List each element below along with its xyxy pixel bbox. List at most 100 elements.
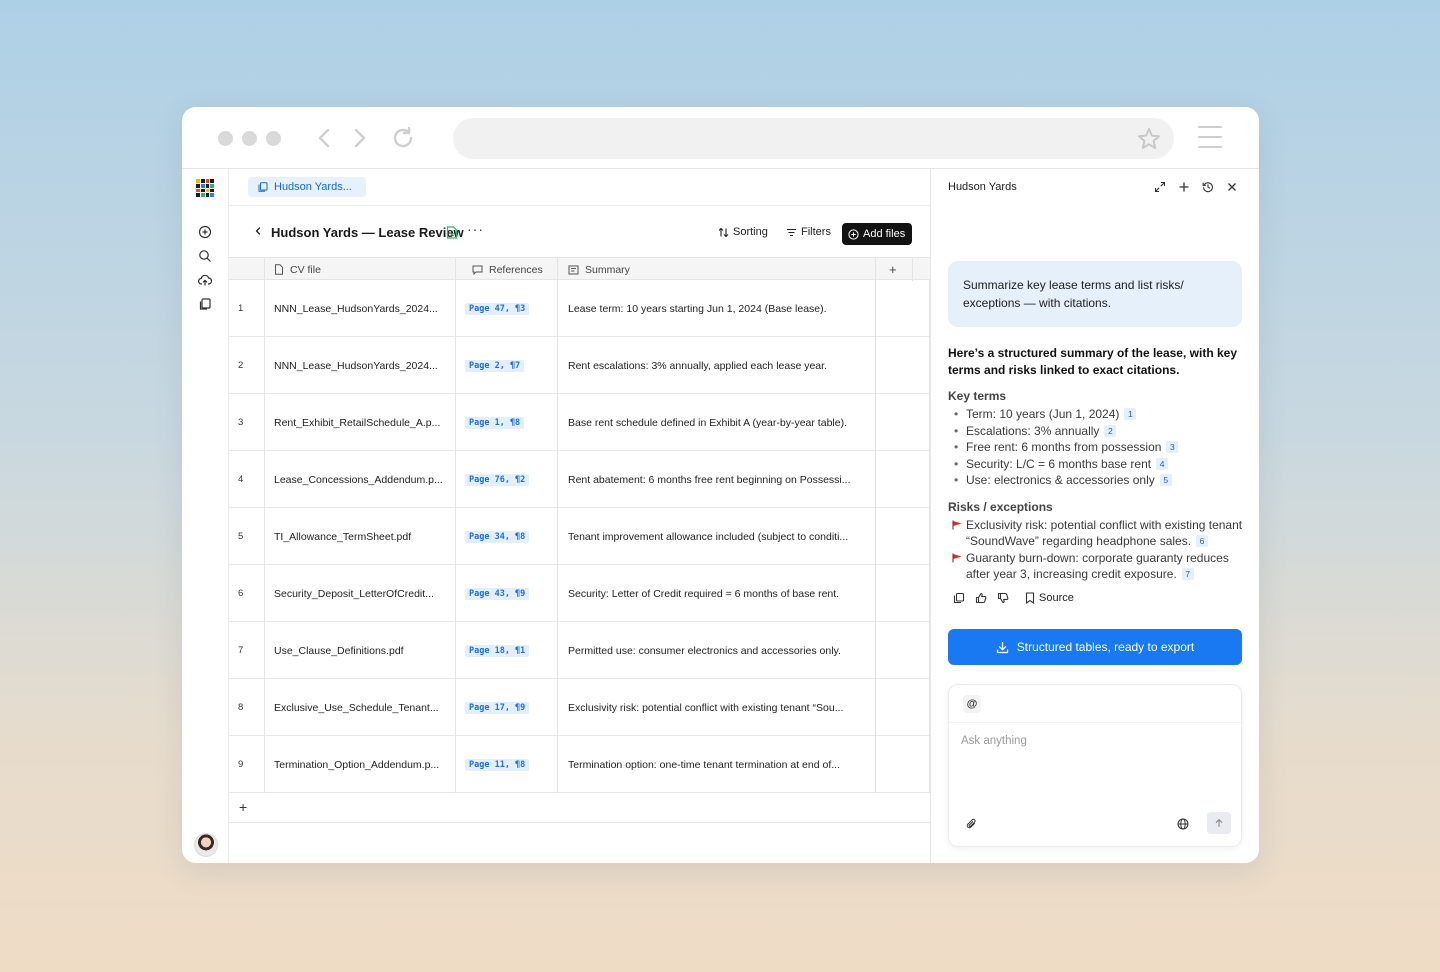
page-title: Hudson Yards — Lease Review xyxy=(271,225,464,240)
citation-badge[interactable]: 1 xyxy=(1124,408,1137,420)
add-column-button[interactable]: + xyxy=(889,258,897,281)
table-row[interactable]: 1 NNN_Lease_HudsonYards_2024... Page 47,… xyxy=(229,280,930,337)
copy-icon[interactable] xyxy=(953,592,965,604)
summary-cell[interactable]: Exclusivity risk: potential conflict wit… xyxy=(568,679,872,736)
citation-badge[interactable]: 7 xyxy=(1181,568,1194,580)
table-row[interactable]: 8 Exclusive_Use_Schedule_Tenant... Page … xyxy=(229,679,930,736)
export-tables-button[interactable]: Structured tables, ready to export xyxy=(948,629,1242,665)
chat-input[interactable]: Ask anything xyxy=(961,735,1027,747)
table-row[interactable]: 6 Security_Deposit_LetterOfCredit... Pag… xyxy=(229,565,930,622)
file-name-cell[interactable]: Rent_Exhibit_RetailSchedule_A.p... xyxy=(274,394,452,451)
citation-badge[interactable]: 2 xyxy=(1104,424,1117,437)
table-row[interactable]: 2 NNN_Lease_HudsonYards_2024... Page 2, … xyxy=(229,337,930,394)
window-maximize-dot[interactable] xyxy=(266,131,281,146)
reference-cell: Page 76, ¶2 xyxy=(465,451,530,508)
history-clock-icon[interactable] xyxy=(1202,181,1214,193)
page-reference-chip[interactable]: Page 47, ¶3 xyxy=(465,302,530,315)
table-row[interactable]: 9 Termination_Option_Addendum.p... Page … xyxy=(229,736,930,793)
table-row[interactable]: 7 Use_Clause_Definitions.pdf Page 18, ¶1… xyxy=(229,622,930,679)
source-button[interactable]: Source xyxy=(1025,592,1074,604)
file-name-cell[interactable]: Termination_Option_Addendum.p... xyxy=(274,736,452,793)
paperclip-icon[interactable] xyxy=(966,818,978,830)
citation-badge[interactable]: 4 xyxy=(1156,457,1169,470)
citation-badge[interactable]: 3 xyxy=(1166,441,1179,453)
summary-cell[interactable]: Lease term: 10 years starting Jun 1, 202… xyxy=(568,280,872,337)
sorting-label: Sorting xyxy=(733,226,768,238)
copy-documents-icon[interactable] xyxy=(198,297,212,311)
window-minimize-dot[interactable] xyxy=(242,131,257,146)
summary-cell[interactable]: Termination option: one-time tenant term… xyxy=(568,736,872,793)
file-name-cell[interactable]: TI_Allowance_TermSheet.pdf xyxy=(274,508,452,565)
page-reference-chip[interactable]: Page 18, ¶1 xyxy=(465,644,530,657)
address-bar[interactable] xyxy=(453,118,1174,159)
summary-cell[interactable]: Base rent schedule defined in Exhibit A … xyxy=(568,394,872,451)
forward-arrow-icon[interactable] xyxy=(346,125,372,151)
search-icon[interactable] xyxy=(198,249,212,263)
thumbs-up-icon[interactable] xyxy=(975,592,987,604)
file-name-cell[interactable]: Security_Deposit_LetterOfCredit... xyxy=(274,565,452,622)
table-row[interactable]: 3 Rent_Exhibit_RetailSchedule_A.p... Pag… xyxy=(229,394,930,451)
page-reference-chip[interactable]: Page 17, ¶9 xyxy=(465,701,530,714)
page-reference-chip[interactable]: Page 34, ¶8 xyxy=(465,530,530,543)
page-reference-chip[interactable]: Page 11, ¶8 xyxy=(465,758,530,771)
more-options-button[interactable]: ··· xyxy=(467,221,484,237)
app-logo[interactable] xyxy=(196,179,214,197)
mention-button[interactable]: @ xyxy=(963,695,981,713)
file-name: TI_Allowance_TermSheet.pdf xyxy=(274,530,412,543)
summary-cell[interactable]: Security: Letter of Credit required = 6 … xyxy=(568,565,872,622)
column-header-references[interactable]: References xyxy=(472,258,543,281)
globe-icon[interactable] xyxy=(1177,818,1189,830)
bookmark-icon xyxy=(1025,592,1035,604)
summary-cell[interactable]: Permitted use: consumer electronics and … xyxy=(568,622,872,679)
add-row-button[interactable]: + xyxy=(229,793,930,823)
risks-list: Exclusivity risk: potential conflict wit… xyxy=(948,517,1248,583)
sorting-button[interactable]: Sorting xyxy=(718,226,768,238)
back-chevron-icon[interactable] xyxy=(253,226,263,236)
summary-cell[interactable]: Rent escalations: 3% annually, applied e… xyxy=(568,337,872,394)
summary-text: Lease term: 10 years starting Jun 1, 202… xyxy=(568,302,827,315)
reload-icon[interactable] xyxy=(390,125,416,151)
cloud-upload-icon[interactable] xyxy=(198,273,212,287)
comment-icon xyxy=(472,265,483,275)
page-reference-chip[interactable]: Page 43, ¶9 xyxy=(465,587,530,600)
reference-cell: Page 11, ¶8 xyxy=(465,736,530,793)
table-row[interactable]: 4 Lease_Concessions_Addendum.p... Page 7… xyxy=(229,451,930,508)
thumbs-down-icon[interactable] xyxy=(997,592,1009,604)
window-close-dot[interactable] xyxy=(218,131,233,146)
send-button[interactable] xyxy=(1207,812,1231,834)
close-icon[interactable] xyxy=(1226,181,1238,193)
new-chat-plus-icon[interactable] xyxy=(1178,181,1190,193)
table-row[interactable]: 5 TI_Allowance_TermSheet.pdf Page 34, ¶8… xyxy=(229,508,930,565)
column-header-summary[interactable]: Summary xyxy=(568,258,630,281)
citation-badge[interactable]: 5 xyxy=(1159,474,1172,486)
file-name-cell[interactable]: Lease_Concessions_Addendum.p... xyxy=(274,451,452,508)
add-files-button[interactable]: Add files xyxy=(842,223,913,245)
summary-cell[interactable]: Rent abatement: 6 months free rent begin… xyxy=(568,451,872,508)
filters-button[interactable]: Filters xyxy=(786,226,831,238)
key-term-item: Free rent: 6 months from possession 3 xyxy=(948,439,1248,456)
file-name-cell[interactable]: NNN_Lease_HudsonYards_2024... xyxy=(274,337,452,394)
citation-badge[interactable]: 6 xyxy=(1196,535,1209,547)
summary-cell[interactable]: Tenant improvement allowance included (s… xyxy=(568,508,872,565)
file-name-cell[interactable]: NNN_Lease_HudsonYards_2024... xyxy=(274,280,452,337)
risk-item: Guaranty burn-down: corporate guaranty r… xyxy=(948,550,1248,583)
panel-title: Hudson Yards xyxy=(948,181,1017,193)
row-number: 2 xyxy=(238,360,244,371)
tab-hudson-yards[interactable]: Hudson Yards... xyxy=(248,177,366,197)
key-term-text: Use: electronics & accessories only xyxy=(966,473,1155,487)
page-reference-chip[interactable]: Page 1, ¶8 xyxy=(465,416,525,429)
bookmark-star-icon[interactable] xyxy=(1136,126,1162,152)
download-icon xyxy=(996,641,1008,653)
file-name-cell[interactable]: Use_Clause_Definitions.pdf xyxy=(274,622,452,679)
file-name-cell[interactable]: Exclusive_Use_Schedule_Tenant... xyxy=(274,679,452,736)
new-item-plus-circle-icon[interactable] xyxy=(198,225,212,239)
column-header-cv-file[interactable]: CV file xyxy=(274,258,321,281)
table-toolbar: Hudson Yards — Lease Review ··· Sorting … xyxy=(229,206,930,256)
page-reference-chip[interactable]: Page 76, ¶2 xyxy=(465,473,530,486)
browser-menu-icon[interactable] xyxy=(1198,126,1222,150)
expand-icon[interactable] xyxy=(1154,181,1166,193)
page-reference-chip[interactable]: Page 2, ¶7 xyxy=(465,359,525,372)
user-avatar[interactable] xyxy=(194,833,218,857)
reference-cell: Page 43, ¶9 xyxy=(465,565,530,622)
back-arrow-icon[interactable] xyxy=(312,125,338,151)
